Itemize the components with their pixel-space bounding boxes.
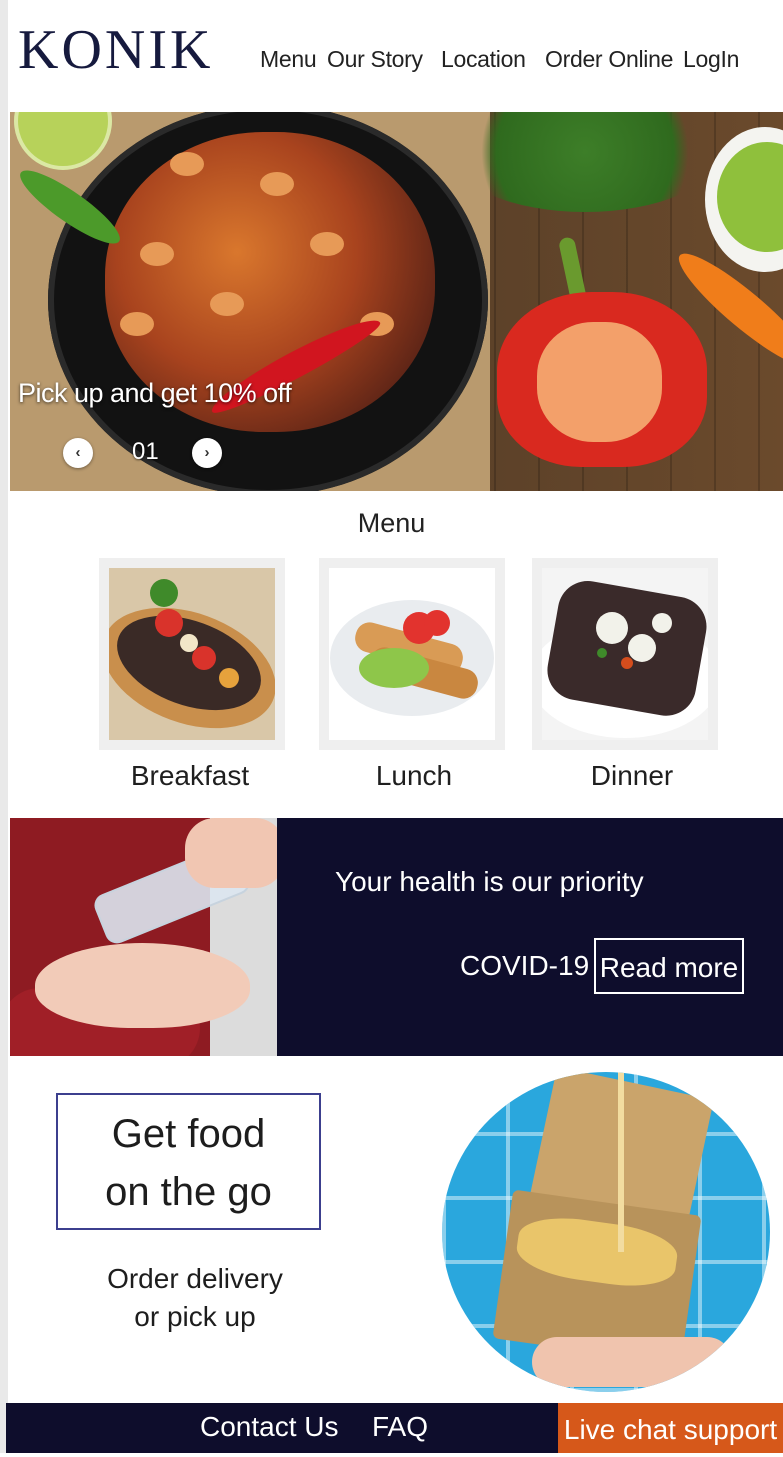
page-edge	[0, 0, 8, 1453]
sanitizer-photo	[10, 818, 277, 1056]
dinner-image	[542, 568, 708, 740]
takeout-box-photo	[442, 1072, 770, 1392]
carousel-next-button[interactable]: ›	[192, 438, 222, 468]
covid-label: COVID-19	[460, 950, 590, 981]
get-food-line-1: Get food	[111, 1112, 266, 1156]
get-food-heading: Get food on the go	[56, 1093, 321, 1230]
get-food-line-2: on the go	[105, 1170, 272, 1214]
breakfast-image	[109, 568, 275, 740]
bean	[120, 312, 154, 336]
bean	[260, 172, 294, 196]
health-title: Your health is our priority	[335, 866, 644, 897]
bean	[170, 152, 204, 176]
order-text-line-2: or pick up	[134, 1301, 256, 1332]
contact-us-link[interactable]: Contact Us	[200, 1411, 339, 1443]
site-header: KONIK Menu Our Story Location Order Onli…	[8, 0, 783, 112]
menu-card-dinner[interactable]	[532, 558, 718, 750]
nav-item-menu[interactable]: Menu	[260, 46, 317, 73]
nav-item-our-story[interactable]: Our Story	[327, 46, 423, 73]
menu-card-breakfast[interactable]	[99, 558, 285, 750]
faq-link[interactable]: FAQ	[372, 1411, 428, 1443]
read-more-button[interactable]: Read more	[594, 938, 744, 994]
order-delivery-text: Order delivery or pick up	[80, 1260, 310, 1336]
bean	[140, 242, 174, 266]
red-pepper-image	[497, 292, 707, 467]
nav-item-location[interactable]: Location	[441, 46, 526, 73]
hero-carousel: Pick up and get 10% off ‹ 01 ›	[10, 112, 783, 491]
order-text-line-1: Order delivery	[107, 1263, 283, 1294]
menu-card-lunch[interactable]	[319, 558, 505, 750]
menu-section-title: Menu	[357, 508, 426, 538]
chevron-right-icon: ›	[204, 444, 210, 461]
bean	[210, 292, 244, 316]
slide-counter: 01	[132, 438, 159, 465]
nav-item-order-online[interactable]: Order Online	[545, 46, 673, 73]
live-chat-button[interactable]: Live chat support	[558, 1403, 783, 1453]
site-footer: Contact Us FAQ Live chat support	[6, 1403, 783, 1453]
chevron-left-icon: ‹	[75, 444, 81, 461]
menu-label-breakfast[interactable]: Breakfast	[97, 760, 283, 792]
menu-label-lunch[interactable]: Lunch	[321, 760, 507, 792]
lunch-image	[329, 568, 495, 740]
nav-item-login[interactable]: LogIn	[683, 46, 739, 73]
carousel-prev-button[interactable]: ‹	[63, 438, 93, 468]
hero-caption: Pick up and get 10% off	[18, 378, 292, 408]
bean	[310, 232, 344, 256]
health-banner: Your health is our priority COVID-19 Rea…	[10, 818, 783, 1056]
main-nav: Menu Our Story Location Order Online Log…	[8, 46, 783, 76]
menu-label-dinner[interactable]: Dinner	[539, 760, 725, 792]
